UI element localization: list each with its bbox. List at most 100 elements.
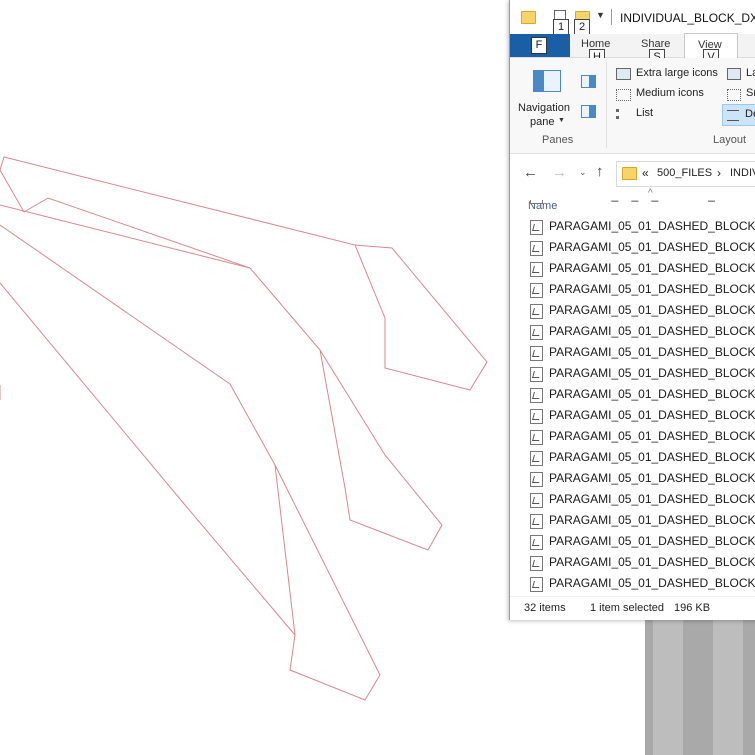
ribbon-group-divider: [606, 62, 607, 148]
list-item[interactable]: PARAGAMI_05_01_DASHED_BLOCK_019: [528, 321, 755, 342]
file-name: PARAGAMI_05_01_DASHED_BLOCK_016: [549, 261, 755, 275]
sort-ascending-icon: ^: [648, 188, 653, 199]
list-option[interactable]: List: [636, 107, 653, 119]
breadcrumb-separator: ›: [717, 166, 721, 180]
file-name: PARAGAMI_05_01_DASHED_BLOCK_021: [549, 366, 755, 380]
small-icons-option[interactable]: Sn: [746, 87, 755, 99]
file-name: PARAGAMI_05_01_DASHED_BLOCK_018: [549, 303, 755, 317]
layout-group-label: Layout: [713, 134, 747, 146]
dxf-file-icon: [530, 514, 543, 529]
file-explorer-window: 1 2 ▼ INDIVIDUAL_BLOCK_DXF_ F Home H Sha…: [509, 0, 755, 620]
address-box[interactable]: « 500_FILES › INDIV: [616, 161, 755, 187]
address-overflow[interactable]: «: [642, 166, 649, 180]
list-item[interactable]: PARAGAMI_05_01_DASHED_BLOCK_022: [528, 384, 755, 405]
dxf-file-icon: [530, 241, 543, 256]
list-item[interactable]: PARAGAMI_05_01_DASHED_BLOCK_021: [528, 363, 755, 384]
status-item-count: 32 items: [524, 602, 566, 614]
list-item[interactable]: PARAGAMI_05_01_DASHED_BLOCK_018: [528, 300, 755, 321]
file-name: PARAGAMI_05_01_DASHED_BLOCK_023: [549, 408, 755, 422]
list-item[interactable]: PARAGAMI_05_01_DASHED_BLOCK_031: [528, 573, 755, 594]
navigation-pane-icon: [533, 70, 561, 92]
list-item-partial[interactable]: PARAGAMI_05_01_DASHED_BLOCK_013: [528, 200, 755, 206]
list-item[interactable]: PARAGAMI_05_01_DASHED_BLOCK_026: [528, 468, 755, 489]
list-item[interactable]: PARAGAMI_05_01_DASHED_BLOCK_017: [528, 279, 755, 300]
file-name: PARAGAMI_05_01_DASHED_BLOCK_014: [549, 219, 755, 233]
dxf-file-icon: [530, 325, 543, 340]
dxf-file-icon: [530, 556, 543, 571]
dxf-file-icon: [530, 220, 543, 235]
file-name: PARAGAMI_05_01_DASHED_BLOCK_029: [549, 534, 755, 548]
up-arrow-icon[interactable]: ↑: [596, 163, 604, 180]
list-icon: [616, 109, 632, 119]
dxf-file-icon: [530, 262, 543, 277]
file-list[interactable]: PARAGAMI_05_01_DASHED_BLOCK_013 PARAGAMI…: [510, 200, 755, 595]
details-pane-icon[interactable]: [581, 105, 596, 118]
file-name: PARAGAMI_05_01_DASHED_BLOCK_017: [549, 282, 755, 296]
small-icons-icon: [727, 89, 741, 101]
file-name: PARAGAMI_05_01_DASHED_BLOCK_015: [549, 240, 755, 254]
navigation-pane-label-1: Navigation: [518, 102, 570, 114]
file-name: PARAGAMI_05_01_DASHED_BLOCK_031: [549, 576, 755, 590]
keytip-file: F: [531, 37, 547, 54]
medium-icons-icon: [616, 89, 631, 101]
dxf-file-icon: [530, 304, 543, 319]
title-bar: 1 2 ▼ INDIVIDUAL_BLOCK_DXF_: [510, 0, 755, 36]
extra-large-icons-option[interactable]: Extra large icons: [636, 67, 718, 79]
large-icons-option[interactable]: La: [746, 67, 755, 79]
tab-file[interactable]: F: [510, 34, 570, 57]
outline-shape-2: [0, 224, 381, 701]
list-item[interactable]: PARAGAMI_05_01_DASHED_BLOCK_014: [528, 216, 755, 237]
list-item[interactable]: PARAGAMI_05_01_DASHED_BLOCK_020: [528, 342, 755, 363]
dxf-file-icon: [530, 472, 543, 487]
list-item[interactable]: PARAGAMI_05_01_DASHED_BLOCK_030: [528, 552, 755, 573]
dxf-file-icon: [530, 409, 543, 424]
dxf-file-icon: [530, 493, 543, 508]
file-name: PARAGAMI_05_01_DASHED_BLOCK_024: [549, 429, 755, 443]
chevron-down-icon: ▼: [558, 117, 565, 124]
details-option[interactable]: De: [722, 104, 755, 126]
navigation-pane-label-2: pane: [530, 116, 555, 128]
status-selection: 1 item selected: [590, 602, 664, 614]
breadcrumb-500-files[interactable]: 500_FILES: [657, 167, 712, 179]
ribbon-view-panel: Navigation pane ▼ Panes Extra large icon…: [510, 58, 755, 154]
preview-pane-icon[interactable]: [581, 75, 596, 88]
dxf-file-icon: [530, 200, 543, 204]
file-name: PARAGAMI_05_01_DASHED_BLOCK_013: [549, 200, 755, 202]
breadcrumb-individual-block[interactable]: INDIV: [730, 167, 755, 179]
outline-shape-3: [0, 282, 296, 636]
folder-icon: [521, 11, 536, 24]
file-name: PARAGAMI_05_01_DASHED_BLOCK_020: [549, 345, 755, 359]
dxf-file-icon: [530, 367, 543, 382]
list-item[interactable]: PARAGAMI_05_01_DASHED_BLOCK_024: [528, 426, 755, 447]
large-icons-icon: [727, 68, 741, 80]
file-name: PARAGAMI_05_01_DASHED_BLOCK_027: [549, 492, 755, 506]
list-item[interactable]: PARAGAMI_05_01_DASHED_BLOCK_027: [528, 489, 755, 510]
forward-arrow-icon[interactable]: →: [552, 164, 567, 181]
details-icon: [727, 110, 739, 121]
panes-group-label: Panes: [542, 134, 574, 146]
outline-shape-5: [0, 204, 251, 269]
list-item[interactable]: PARAGAMI_05_01_DASHED_BLOCK_016: [528, 258, 755, 279]
list-item[interactable]: PARAGAMI_05_01_DASHED_BLOCK_023: [528, 405, 755, 426]
list-item[interactable]: PARAGAMI_05_01_DASHED_BLOCK_029: [528, 531, 755, 552]
medium-icons-option[interactable]: Medium icons: [636, 87, 704, 99]
file-name: PARAGAMI_05_01_DASHED_BLOCK_019: [549, 324, 755, 338]
navigation-pane-button[interactable]: Navigation pane ▼: [516, 64, 580, 128]
dxf-file-icon: [530, 283, 543, 298]
tab-view[interactable]: View V: [684, 33, 738, 66]
list-item[interactable]: PARAGAMI_05_01_DASHED_BLOCK_028: [528, 510, 755, 531]
dxf-file-icon: [530, 388, 543, 403]
details-label: De: [745, 108, 755, 120]
dxf-file-icon: [530, 430, 543, 445]
qat-dropdown-icon[interactable]: ▼: [596, 10, 605, 20]
dxf-file-icon: [530, 346, 543, 361]
back-arrow-icon[interactable]: ←: [523, 164, 538, 181]
list-item[interactable]: PARAGAMI_05_01_DASHED_BLOCK_015: [528, 237, 755, 258]
dxf-file-icon: [530, 577, 543, 592]
file-name: PARAGAMI_05_01_DASHED_BLOCK_030: [549, 555, 755, 569]
status-size: 196 KB: [674, 602, 711, 614]
outline-shape-1: [0, 156, 488, 551]
extra-large-icons-icon: [616, 68, 631, 80]
list-item[interactable]: PARAGAMI_05_01_DASHED_BLOCK_025: [528, 447, 755, 468]
recent-locations-chevron-icon[interactable]: ⌄: [579, 167, 587, 178]
